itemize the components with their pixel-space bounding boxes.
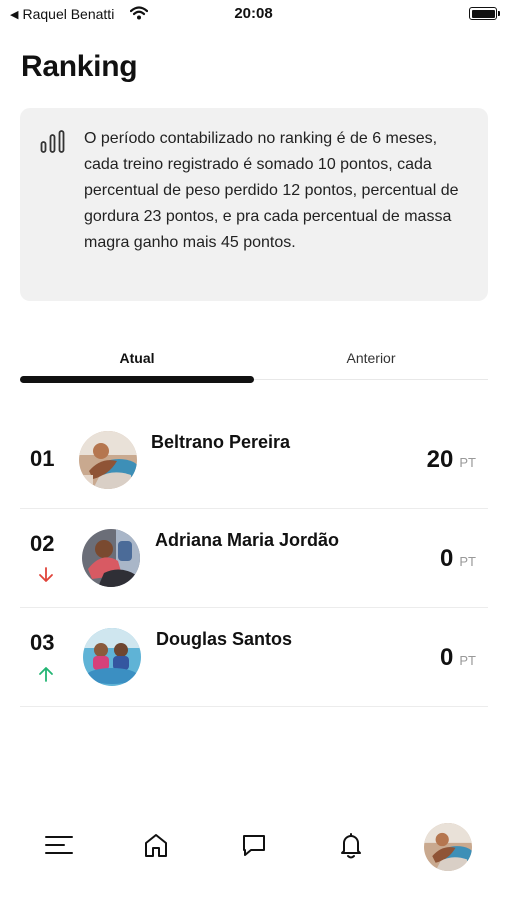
rank-position: 01: [30, 446, 55, 471]
player-name: Douglas Santos: [156, 629, 293, 649]
tab-active-indicator: [20, 376, 254, 383]
points-value: 0: [440, 545, 454, 572]
points-value: 20: [426, 446, 454, 473]
page-title: Ranking: [21, 50, 138, 83]
ranking-row[interactable]: 01 Beltrano Pereira 20 PT: [20, 410, 488, 509]
player-points: 0 PT: [440, 545, 476, 573]
ranking-info-card: O período contabilizado no ranking é de …: [20, 108, 488, 301]
arrow-down-icon: [39, 567, 53, 582]
arrow-up-icon: [39, 667, 53, 682]
tab-anterior[interactable]: Anterior: [254, 350, 488, 366]
avatar: [79, 431, 137, 489]
ranking-row[interactable]: 03 Douglas Santos 0 PT: [20, 608, 488, 707]
rank-position: 03: [30, 630, 55, 655]
rank-position: 02: [30, 531, 55, 556]
ranking-rules-text: O período contabilizado no ranking é de …: [84, 130, 459, 251]
battery-icon: [469, 7, 500, 20]
status-time: 20:08: [234, 5, 273, 22]
ranking-tabs: Atual Anterior: [20, 345, 488, 385]
bar-chart-icon: [40, 130, 65, 153]
home-icon[interactable]: [141, 830, 171, 860]
profile-avatar[interactable]: [424, 823, 472, 871]
status-bar: ◀ Raquel Benatti 20:08: [0, 0, 507, 30]
points-value: 0: [440, 644, 454, 671]
bell-icon[interactable]: [336, 830, 366, 860]
avatar: [82, 529, 140, 587]
player-name: Adriana Maria Jordão: [155, 530, 340, 550]
tab-atual[interactable]: Atual: [20, 350, 254, 366]
points-unit: PT: [459, 554, 476, 569]
points-unit: PT: [459, 455, 476, 470]
avatar: [83, 628, 141, 686]
points-unit: PT: [459, 653, 476, 668]
menu-icon[interactable]: [44, 830, 74, 860]
player-name: Beltrano Pereira: [151, 432, 291, 452]
ranking-list: 01 Beltrano Pereira 20 PT 02 Adriana Mar…: [20, 410, 488, 707]
player-points: 0 PT: [440, 644, 476, 672]
chat-icon[interactable]: [239, 830, 269, 860]
bottom-nav: [0, 818, 507, 878]
player-points: 20 PT: [427, 446, 476, 474]
ranking-row[interactable]: 02 Adriana Maria Jordão 0 PT: [20, 509, 488, 608]
